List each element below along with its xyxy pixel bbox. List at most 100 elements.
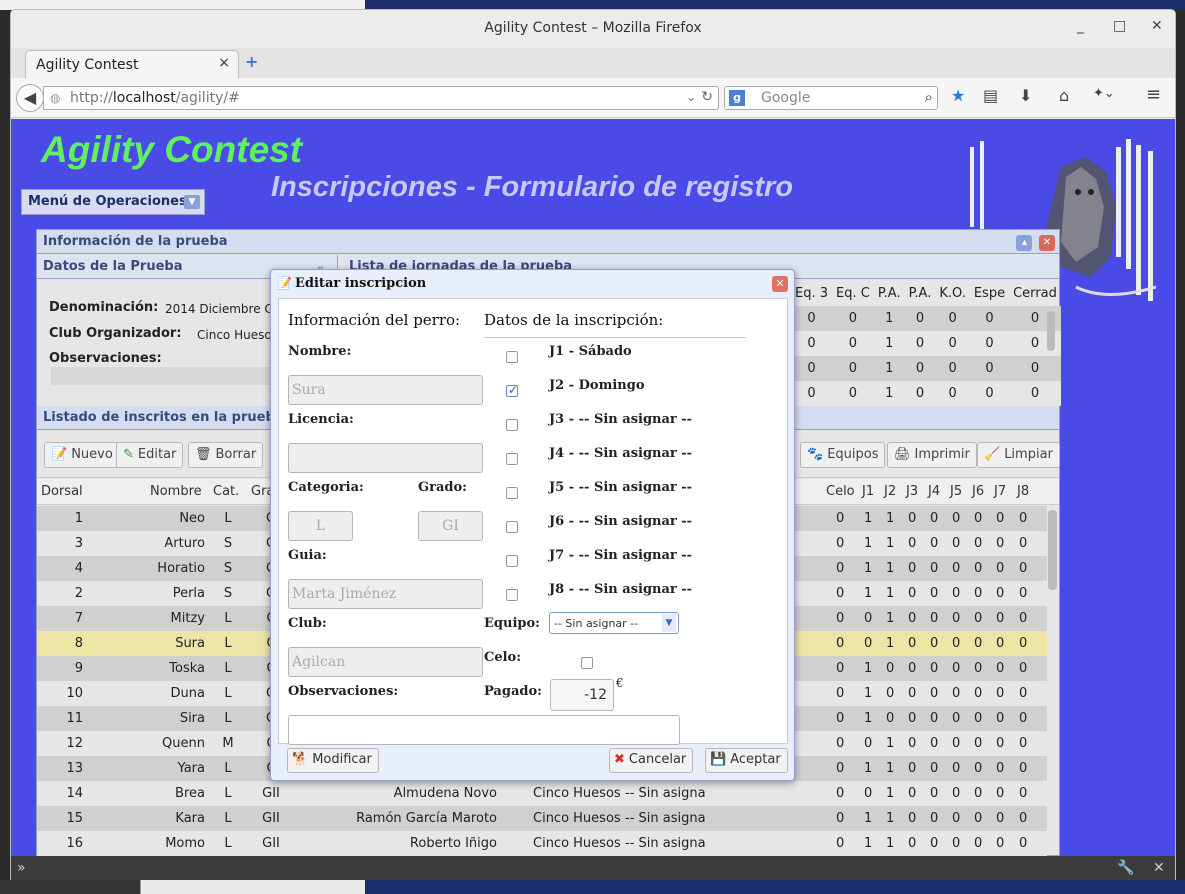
- licencia-field[interactable]: [288, 443, 483, 473]
- url-bar[interactable]: ◍ http://localhost/agility/# ⌄ ↻: [43, 86, 719, 110]
- col-j2[interactable]: J2: [884, 484, 896, 499]
- inscritos-scrollbar[interactable]: [1048, 510, 1057, 590]
- cell-cat: S: [223, 561, 233, 576]
- categoria-field[interactable]: L: [288, 511, 353, 541]
- google-icon[interactable]: g: [729, 90, 745, 106]
- cell: 1: [885, 386, 894, 401]
- cancelar-button[interactable]: ✖ Cancelar: [609, 748, 694, 773]
- table-row[interactable]: 16 Momo L GII Roberto Iñigo Cinco Huesos -- Si…: [37, 831, 1047, 856]
- jornada-checkbox-3[interactable]: [506, 419, 518, 431]
- close-tab-icon[interactable]: ×: [218, 55, 230, 71]
- expand-icon[interactable]: »: [17, 860, 26, 876]
- col-j1[interactable]: J1: [862, 484, 874, 499]
- minimize-icon[interactable]: _: [1077, 18, 1084, 34]
- chevron-down-icon: ▼: [662, 614, 676, 632]
- col-j7[interactable]: J7: [994, 484, 1006, 499]
- cell-j3: 0: [908, 736, 917, 751]
- broom-icon: 🧹: [984, 447, 1001, 462]
- download-icon[interactable]: ⬇: [1019, 86, 1032, 105]
- cell-cat: L: [224, 711, 232, 726]
- cell-j8: 0: [1019, 736, 1028, 751]
- cell-j8: 0: [1019, 561, 1028, 576]
- bookmarks-list-icon[interactable]: ▤: [983, 86, 998, 105]
- menu-icon[interactable]: ≡: [1146, 84, 1161, 105]
- borrar-button[interactable]: 🗑 Borrar: [188, 442, 264, 468]
- jornadas-row[interactable]: 0010000: [791, 381, 1061, 406]
- equipos-button[interactable]: 🐾 Equipos: [800, 442, 886, 468]
- cell-j4: 0: [930, 761, 939, 776]
- cell-celo: 0: [836, 836, 845, 851]
- dialog-close-icon[interactable]: ✕: [772, 276, 788, 292]
- observaciones-textarea[interactable]: [288, 715, 680, 745]
- cell-j7: 0: [996, 711, 1005, 726]
- col-j8[interactable]: J8: [1017, 484, 1029, 499]
- imprimir-button[interactable]: 🖨 Imprimir: [887, 442, 977, 468]
- cell-celo: 0: [836, 661, 845, 676]
- bookmark-star-icon[interactable]: ★: [951, 86, 965, 105]
- guia-field[interactable]: Marta Jiménez: [288, 579, 483, 609]
- cell-j1: 1: [864, 536, 873, 551]
- cell-j3: 0: [908, 586, 917, 601]
- new-tab-icon[interactable]: +: [245, 52, 258, 71]
- nombre-field[interactable]: Sura: [288, 375, 483, 405]
- operations-menu-button[interactable]: Menú de Operaciones ▼: [21, 189, 205, 215]
- col-j6[interactable]: J6: [972, 484, 984, 499]
- col-j4[interactable]: J4: [928, 484, 940, 499]
- club-field[interactable]: Agilcan: [288, 647, 483, 677]
- editar-inscripcion-dialog: 📝 Editar inscripcion ✕ Información del p…: [270, 269, 795, 781]
- aceptar-button[interactable]: 💾 Aceptar: [705, 748, 788, 773]
- close-bar-icon[interactable]: ✕: [1153, 860, 1165, 876]
- cell-j2: 0: [886, 711, 895, 726]
- col-cat[interactable]: Cat.: [213, 484, 239, 499]
- jornadas-scrollbar[interactable]: [1047, 311, 1055, 351]
- jornadas-row[interactable]: 0010000: [791, 331, 1061, 356]
- maximize-icon[interactable]: □: [1113, 18, 1126, 34]
- jornada-checkbox-8[interactable]: [506, 589, 518, 601]
- browser-tab[interactable]: Agility Contest ×: [25, 50, 239, 78]
- jornada-checkbox-2[interactable]: [506, 383, 518, 397]
- reload-icon[interactable]: ↻: [701, 89, 713, 105]
- cell-j2: 0: [886, 686, 895, 701]
- editar-button[interactable]: ✎ Editar: [116, 442, 184, 468]
- col-j3[interactable]: J3: [906, 484, 918, 499]
- modificar-label: Modificar: [312, 752, 372, 767]
- close-icon[interactable]: ✕: [1039, 235, 1055, 251]
- wrench-icon[interactable]: 🔧: [1117, 860, 1134, 876]
- pagado-field[interactable]: -12: [550, 679, 614, 711]
- jornada-checkbox-6[interactable]: [506, 521, 518, 533]
- col-dorsal[interactable]: Dorsal: [41, 484, 83, 499]
- modificar-button[interactable]: 🐕 Modificar: [287, 748, 379, 773]
- jornadas-col-header: P.A.: [877, 286, 901, 301]
- table-row[interactable]: 15 Kara L GII Ramón García Maroto Cinco Hueso…: [37, 806, 1047, 831]
- jornada-checkbox-1[interactable]: [506, 351, 518, 363]
- col-celo[interactable]: Celo: [826, 484, 855, 499]
- search-icon[interactable]: ⌕: [925, 88, 933, 106]
- close-window-icon[interactable]: ✕: [1151, 18, 1163, 34]
- cell-club: Cinco Huesos: [533, 836, 621, 851]
- jornadas-row[interactable]: 0010000: [791, 356, 1061, 381]
- jornadas-row[interactable]: 0010000: [791, 306, 1061, 331]
- table-row[interactable]: 14 Brea L GII Almudena Novo Cinco Huesos -- Si…: [37, 781, 1047, 806]
- equipo-select[interactable]: -- Sin asignar -- ▼: [549, 612, 679, 634]
- jornada-checkbox-5[interactable]: [506, 487, 518, 499]
- dropdown-icon[interactable]: ⌄: [686, 90, 696, 104]
- limpiar-button[interactable]: 🧹 Limpiar: [977, 442, 1060, 468]
- grado-field[interactable]: GI: [418, 511, 483, 541]
- cell-j8: 0: [1019, 661, 1028, 676]
- jornada-checkbox-4[interactable]: [506, 453, 518, 465]
- collapse-icon[interactable]: ▴: [1016, 235, 1033, 251]
- cell-j7: 0: [996, 586, 1005, 601]
- addon-icon[interactable]: ✦⌄: [1093, 86, 1115, 101]
- col-j5[interactable]: J5: [950, 484, 962, 499]
- back-icon[interactable]: ◀: [16, 84, 44, 112]
- observaciones-field[interactable]: [51, 367, 281, 385]
- celo-checkbox[interactable]: [581, 657, 593, 669]
- cell-celo: 0: [836, 736, 845, 751]
- col-nombre[interactable]: Nombre: [150, 484, 202, 499]
- cell-j2: 1: [886, 836, 895, 851]
- search-bar[interactable]: g Google ⌕: [724, 86, 938, 110]
- jornada-checkbox-7[interactable]: [506, 555, 518, 567]
- cell-equipo: -- Sin asigna: [625, 811, 706, 826]
- home-icon[interactable]: ⌂: [1059, 86, 1069, 105]
- nuevo-button[interactable]: 📝 Nuevo: [44, 442, 120, 468]
